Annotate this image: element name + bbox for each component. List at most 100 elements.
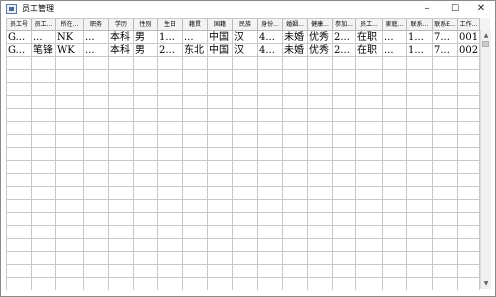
table-cell[interactable] xyxy=(56,148,84,161)
table-cell[interactable] xyxy=(134,265,158,278)
table-cell[interactable] xyxy=(308,239,333,252)
table-row[interactable] xyxy=(7,122,480,135)
table-cell[interactable] xyxy=(134,57,158,70)
table-cell[interactable] xyxy=(208,122,233,135)
table-cell[interactable] xyxy=(333,200,356,213)
table-row[interactable] xyxy=(7,187,480,200)
table-cell[interactable] xyxy=(258,200,283,213)
column-header[interactable]: 身份... xyxy=(258,19,283,31)
table-cell[interactable] xyxy=(158,174,183,187)
table-cell[interactable]: 优秀 xyxy=(308,31,333,44)
table-cell[interactable] xyxy=(458,122,480,135)
table-cell[interactable] xyxy=(7,148,32,161)
table-cell[interactable] xyxy=(308,187,333,200)
table-cell[interactable] xyxy=(32,278,56,290)
table-cell[interactable] xyxy=(283,122,308,135)
table-cell[interactable] xyxy=(84,109,109,122)
table-cell[interactable]: 优秀 xyxy=(308,44,333,57)
table-cell[interactable] xyxy=(407,174,433,187)
table-cell[interactable] xyxy=(56,135,84,148)
table-cell[interactable] xyxy=(407,148,433,161)
table-cell[interactable] xyxy=(134,122,158,135)
table-row[interactable]: G... 笔锋 WK... 本科男 2... 东北 中国汉 4... 未婚 优秀 2... 在职...… xyxy=(7,44,480,57)
table-cell[interactable] xyxy=(183,174,208,187)
table-cell[interactable]: ... xyxy=(383,31,407,44)
table-cell[interactable] xyxy=(84,148,109,161)
table-cell[interactable] xyxy=(308,278,333,290)
table-cell[interactable] xyxy=(109,265,134,278)
table-cell[interactable] xyxy=(383,252,407,265)
table-cell[interactable] xyxy=(283,83,308,96)
table-cell[interactable] xyxy=(333,252,356,265)
column-header[interactable]: 民族 xyxy=(233,19,258,31)
table-cell[interactable] xyxy=(433,239,458,252)
table-cell[interactable] xyxy=(84,57,109,70)
table-cell[interactable] xyxy=(32,70,56,83)
table-cell[interactable] xyxy=(158,83,183,96)
table-cell[interactable] xyxy=(308,135,333,148)
table-cell[interactable] xyxy=(84,265,109,278)
table-cell[interactable] xyxy=(56,226,84,239)
table-cell[interactable] xyxy=(308,109,333,122)
table-cell[interactable] xyxy=(109,122,134,135)
table-cell[interactable] xyxy=(383,148,407,161)
table-cell[interactable] xyxy=(356,70,383,83)
table-cell[interactable] xyxy=(183,70,208,83)
table-cell[interactable] xyxy=(183,57,208,70)
table-cell[interactable] xyxy=(109,252,134,265)
table-cell[interactable] xyxy=(208,148,233,161)
table-cell[interactable] xyxy=(458,96,480,109)
column-header[interactable]: 员工... xyxy=(32,19,56,31)
table-row[interactable] xyxy=(7,200,480,213)
table-cell[interactable] xyxy=(407,187,433,200)
table-cell[interactable] xyxy=(333,226,356,239)
table-cell[interactable] xyxy=(109,57,134,70)
table-row[interactable] xyxy=(7,148,480,161)
table-cell[interactable] xyxy=(7,122,32,135)
table-cell[interactable] xyxy=(32,265,56,278)
table-cell[interactable] xyxy=(56,278,84,290)
table-cell[interactable] xyxy=(109,83,134,96)
table-cell[interactable] xyxy=(109,96,134,109)
table-cell[interactable] xyxy=(7,57,32,70)
table-cell[interactable] xyxy=(258,278,283,290)
table-cell[interactable] xyxy=(283,135,308,148)
table-cell[interactable] xyxy=(407,252,433,265)
column-header[interactable]: 婚姻... xyxy=(283,19,308,31)
table-cell[interactable] xyxy=(32,109,56,122)
table-cell[interactable]: 4... xyxy=(258,44,283,57)
table-cell[interactable] xyxy=(84,70,109,83)
table-cell[interactable] xyxy=(407,70,433,83)
table-cell[interactable] xyxy=(308,122,333,135)
table-cell[interactable]: ... xyxy=(32,31,56,44)
table-cell[interactable] xyxy=(208,174,233,187)
table-cell[interactable]: 汉 xyxy=(233,44,258,57)
table-cell[interactable] xyxy=(158,135,183,148)
column-header[interactable]: 国籍 xyxy=(208,19,233,31)
table-cell[interactable] xyxy=(158,265,183,278)
table-cell[interactable] xyxy=(433,109,458,122)
table-cell[interactable] xyxy=(183,239,208,252)
table-cell[interactable] xyxy=(433,265,458,278)
table-cell[interactable] xyxy=(356,148,383,161)
table-cell[interactable] xyxy=(7,109,32,122)
table-cell[interactable] xyxy=(308,213,333,226)
table-cell[interactable] xyxy=(458,226,480,239)
table-cell[interactable] xyxy=(258,187,283,200)
column-header[interactable]: 性别 xyxy=(134,19,158,31)
table-cell[interactable] xyxy=(283,200,308,213)
table-cell[interactable] xyxy=(32,96,56,109)
table-cell[interactable] xyxy=(158,161,183,174)
table-cell[interactable] xyxy=(407,265,433,278)
table-cell[interactable] xyxy=(333,174,356,187)
table-row[interactable] xyxy=(7,252,480,265)
table-cell[interactable] xyxy=(7,83,32,96)
table-cell[interactable] xyxy=(283,252,308,265)
table-cell[interactable] xyxy=(134,135,158,148)
table-cell[interactable] xyxy=(134,213,158,226)
table-cell[interactable] xyxy=(383,109,407,122)
table-cell[interactable] xyxy=(7,239,32,252)
table-cell[interactable] xyxy=(7,213,32,226)
table-cell[interactable] xyxy=(258,239,283,252)
table-cell[interactable] xyxy=(458,148,480,161)
